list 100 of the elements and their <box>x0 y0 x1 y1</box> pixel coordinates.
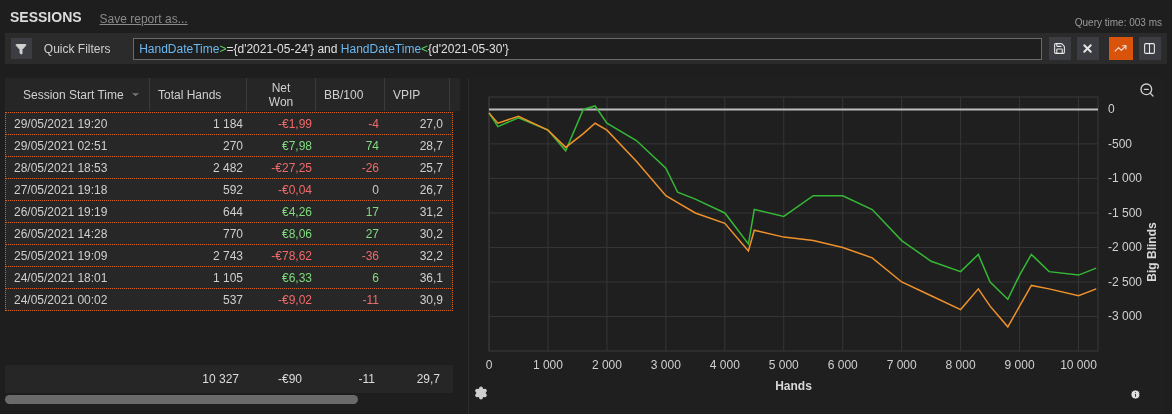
table-cell-text: 24/05/2021 00:02 <box>13 291 109 309</box>
table-cell-text: 27,0 <box>418 115 444 133</box>
x-tick-label: 10 000 <box>1060 358 1097 372</box>
table-cell-text: €8,06 <box>280 225 313 243</box>
x-axis-title: Hands <box>775 379 812 393</box>
table-cell-text: 10 327 <box>201 371 240 388</box>
y-tick-label: -2 500 <box>1108 275 1143 289</box>
quick-filters-label: Quick Filters <box>43 40 112 58</box>
y-tick-label: -1 500 <box>1108 205 1143 220</box>
table-cell-text: €7,98 <box>280 137 313 155</box>
table-cell-text: 30,9 <box>418 291 444 309</box>
chart-view-button[interactable] <box>1109 37 1133 60</box>
line-chart-icon <box>1114 42 1128 55</box>
info-icon[interactable] <box>1130 389 1141 400</box>
close-icon <box>1081 42 1095 55</box>
column-header[interactable]: Total Hands <box>150 78 247 111</box>
table-cell-text: 30,2 <box>418 225 444 243</box>
column-header[interactable]: BB/100 <box>316 78 385 111</box>
table-cell-text: -€90 <box>276 371 303 388</box>
x-tick-label: 7 000 <box>886 358 917 372</box>
y-tick-label: -3 000 <box>1108 309 1143 324</box>
y-tick-label: -2 000 <box>1108 240 1143 255</box>
table-cell-text: -€9,02 <box>276 291 313 309</box>
table-row[interactable]: 26/05/2021 19:19 644 €4,26 17 31,2 <box>5 200 453 223</box>
table-cell-text: -11 <box>357 371 376 388</box>
table-cell-text: 29/05/2021 02:51 <box>13 137 109 155</box>
y-tick-label: -500 <box>1108 136 1133 151</box>
zoom-out-icon[interactable] <box>1139 82 1155 98</box>
table-cell-text: 644 <box>221 203 244 221</box>
table-row[interactable]: 26/05/2021 14:28 770 €8,06 27 30,2 <box>5 222 453 245</box>
x-tick-label: 3 000 <box>650 358 681 372</box>
filter-button[interactable] <box>11 38 32 59</box>
x-tick-label: 4 000 <box>709 358 740 372</box>
table-cell-text: 770 <box>221 225 244 243</box>
table-cell-text: -11 <box>361 291 380 309</box>
table-cell-text: €6,33 <box>280 269 313 287</box>
table-cell-text: -€27,25 <box>270 159 313 177</box>
table-cell-text: 29,7 <box>415 371 441 388</box>
table-cell-text: 24/05/2021 18:01 <box>13 269 109 287</box>
column-header[interactable]: Session Start Time <box>5 78 150 111</box>
filter-field[interactable]: HandDateTime>={d'2021-05-24'} and HandDateTime<{d'2021-05-30'} <box>133 37 1042 60</box>
table-cell-text: -€1,99 <box>276 115 313 133</box>
page-title: SESSIONS <box>10 8 82 27</box>
table-cell-text: 36,1 <box>418 269 444 287</box>
table-cell-text: 26/05/2021 14:28 <box>13 225 109 243</box>
table-cell-text: 592 <box>221 181 244 199</box>
table-cell-text: 1 184 <box>211 115 244 133</box>
table-cell-text: -4 <box>367 115 380 133</box>
column-header[interactable]: Net Won <box>247 78 316 111</box>
y-tick-label: 0 <box>1108 102 1115 117</box>
table-cell-text: -€0,04 <box>276 181 313 199</box>
query-time: Query time: 003 ms <box>1074 16 1162 30</box>
table-cell-text: 537 <box>221 291 244 309</box>
table-cell-text: 17 <box>364 203 380 221</box>
table-row[interactable]: 29/05/2021 19:20 1 184 -€1,99 -4 27,0 <box>5 112 453 135</box>
table-cell-text: 0 <box>371 181 380 199</box>
table-cell-text: 2 743 <box>211 247 244 265</box>
y-axis-title: Big Blinds <box>1145 222 1159 282</box>
y-tick-label: -1 000 <box>1108 171 1143 186</box>
table-row[interactable]: 27/05/2021 19:18 592 -€0,04 0 26,7 <box>5 178 453 201</box>
table-cell-text: 28/05/2021 18:53 <box>13 159 109 177</box>
columns-button[interactable] <box>1139 37 1161 60</box>
x-tick-label: 8 000 <box>945 358 976 372</box>
table-cell-text: 25/05/2021 19:09 <box>13 247 109 265</box>
table-cell-text: 6 <box>371 269 380 287</box>
table-cell-text: 26,7 <box>418 181 444 199</box>
table-row[interactable]: 24/05/2021 00:02 537 -€9,02 -11 30,9 <box>5 288 453 311</box>
table-cell-text: 270 <box>221 137 244 155</box>
column-header[interactable]: VPIP <box>385 78 450 111</box>
x-tick-label: 6 000 <box>827 358 858 372</box>
table-row[interactable]: 29/05/2021 02:51 270 €7,98 74 28,7 <box>5 134 453 157</box>
save-button[interactable] <box>1049 37 1071 60</box>
x-tick-label: 1 000 <box>532 358 563 372</box>
table-cell-text: 1 105 <box>211 269 244 287</box>
table-cell-text: €4,26 <box>280 203 313 221</box>
table-cell-text: 29/05/2021 19:20 <box>13 115 109 133</box>
table-cell-text: 25,7 <box>418 159 444 177</box>
table-row[interactable]: 28/05/2021 18:53 2 482 -€27,25 -26 25,7 <box>5 156 453 179</box>
table-cell-text: 27 <box>364 225 380 243</box>
x-tick-label: 0 <box>485 358 493 372</box>
table-row[interactable]: 24/05/2021 18:01 1 105 €6,33 6 36,1 <box>5 266 453 289</box>
table-cell-text: 2 482 <box>211 159 244 177</box>
x-tick-label: 5 000 <box>768 358 799 372</box>
x-tick-label: 2 000 <box>591 358 622 372</box>
table-cell-text: -26 <box>360 159 380 177</box>
settings-icon[interactable] <box>474 386 488 400</box>
scrollbar-thumb[interactable] <box>5 395 358 404</box>
table-cell-text: 74 <box>364 137 380 155</box>
table-cell-text: -36 <box>360 247 380 265</box>
table-cell-text: 26/05/2021 19:19 <box>13 203 109 221</box>
columns-icon <box>1143 42 1157 55</box>
save-report-link[interactable]: Save report as... <box>99 10 188 28</box>
clear-button[interactable] <box>1077 37 1099 60</box>
table-cell-text: 32,2 <box>418 247 444 265</box>
table-cell-text: 31,2 <box>418 203 444 221</box>
table-cell-text: -€78,62 <box>270 247 313 265</box>
filter-icon <box>15 42 28 55</box>
table-row[interactable]: 25/05/2021 19:09 2 743 -€78,62 -36 32,2 <box>5 244 453 267</box>
table-cell-text: 27/05/2021 19:18 <box>13 181 109 199</box>
x-tick-label: 9 000 <box>1004 358 1035 372</box>
